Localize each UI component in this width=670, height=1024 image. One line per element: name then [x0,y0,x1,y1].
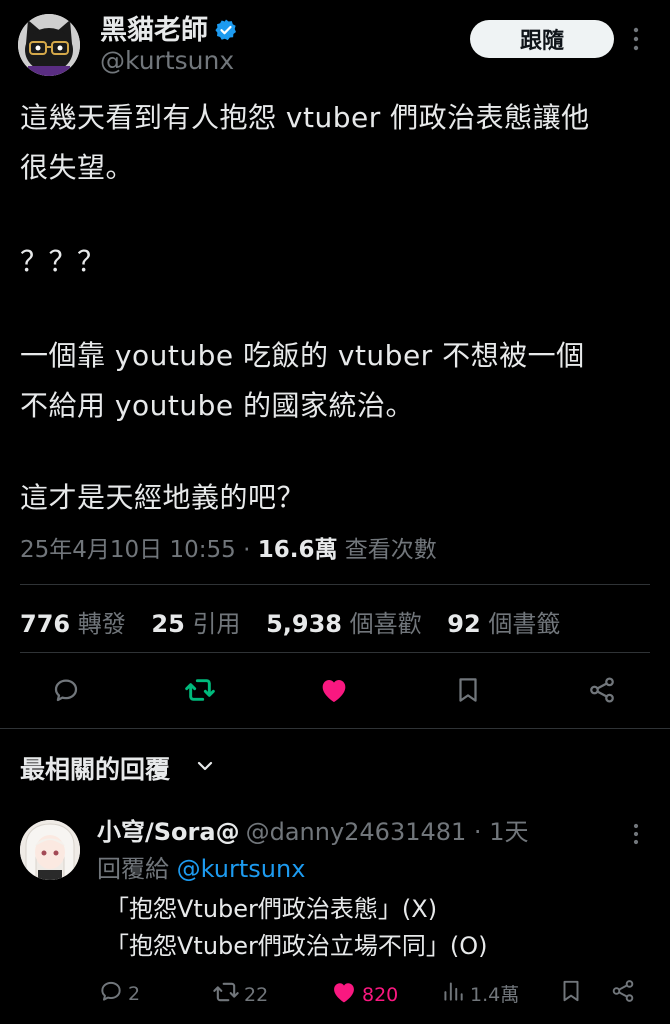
replies-sort-title[interactable]: 最相關的回覆 [20,750,170,786]
reply-retweet-button[interactable]: 22 [212,978,268,1011]
retweet-icon[interactable] [182,672,218,708]
reply-replies-count: 2 [128,982,141,1005]
tweet-text-line: 一個靠 youtube 吃飯的 vtuber 不想被一個 [20,339,585,372]
views-count: 16.6萬 [257,537,338,563]
reply-likes-count: 820 [362,983,399,1006]
reply-avatar[interactable] [20,820,80,880]
like-icon[interactable] [316,672,352,708]
reply-bookmark-button[interactable] [558,978,588,1009]
reply-views-button[interactable]: 1.4萬 [440,978,519,1009]
retweets-label: 轉發 [77,610,126,638]
reply-author-name: 小穹/Sora@ [97,818,240,846]
reply-reply-button[interactable]: 2 [98,978,140,1009]
bookmark-icon[interactable] [450,672,486,708]
reply-like-button[interactable]: 820 [330,978,398,1011]
author-display-name[interactable]: 黑貓老師 [100,8,238,49]
share-icon [610,978,640,1009]
reply-to-prefix: 回覆給 [97,855,177,883]
reply-icon [98,978,128,1009]
tweet-text-line: 這才是天經地義的吧？ [20,481,306,514]
divider [0,728,670,729]
reply-text-line: 「抱怨Vtuber們政治表態」(X) [105,895,438,923]
tweet-text-line: ？？？ [20,245,106,278]
reply-to-handle-link[interactable]: @kurtsunx [177,855,306,883]
reply-author[interactable]: 小穹/Sora@ @danny24631481 · 1天 [97,812,528,847]
divider [20,584,650,585]
author-name-text: 黑貓老師 [100,15,208,46]
more-vertical-icon[interactable] [630,822,642,850]
quotes-count: 25 [151,610,185,638]
chevron-down-icon[interactable] [195,756,215,780]
retweets-count: 776 [20,610,71,638]
quotes-label: 引用 [192,610,241,638]
author-handle[interactable]: @kurtsunx [100,46,234,75]
bookmarks-stat[interactable]: 92 個書籤 [447,610,560,638]
tweet-text-line: 很失望。 [20,151,135,184]
retweets-stat[interactable]: 776 轉發 [20,610,126,638]
more-vertical-icon[interactable] [630,26,642,56]
engagement-stats: 776 轉發 25 引用 5,938 個喜歡 92 個書籤 [20,604,578,639]
bookmarks-label: 個書籤 [488,610,561,638]
reply-views-count: 1.4萬 [470,984,520,1006]
reply-author-handle: @danny24631481 · 1天 [245,818,529,846]
share-icon[interactable] [584,672,620,708]
author-avatar[interactable] [18,14,80,76]
likes-label: 個喜歡 [349,610,422,638]
tweet-text-line: 不給用 youtube 的國家統治。 [20,389,414,422]
bookmark-icon [558,978,588,1009]
tweet-timestamp[interactable]: 25年4月10日 10:55 · [20,537,258,563]
views-label: 查看次數 [337,537,437,563]
follow-button[interactable]: 跟隨 [470,20,614,58]
tweet-text-line: 這幾天看到有人抱怨 vtuber 們政治表態讓他 [20,101,590,134]
tweet-meta: 25年4月10日 10:55 · 16.6萬 查看次數 [20,530,437,564]
reply-share-button[interactable] [610,978,640,1009]
reply-to-line: 回覆給 @kurtsunx [97,849,305,884]
reply-icon[interactable] [48,672,84,708]
quotes-stat[interactable]: 25 引用 [151,610,240,638]
reply-text-line: 「抱怨Vtuber們政治立場不同」(O) [105,932,488,960]
divider [20,652,650,653]
likes-stat[interactable]: 5,938 個喜歡 [266,610,422,638]
reply-retweets-count: 22 [244,983,269,1006]
likes-count: 5,938 [266,610,342,638]
like-icon [330,978,362,1011]
bookmarks-count: 92 [447,610,481,638]
views-chart-icon [440,978,470,1009]
verified-badge-icon [214,18,238,49]
retweet-icon [212,978,244,1011]
